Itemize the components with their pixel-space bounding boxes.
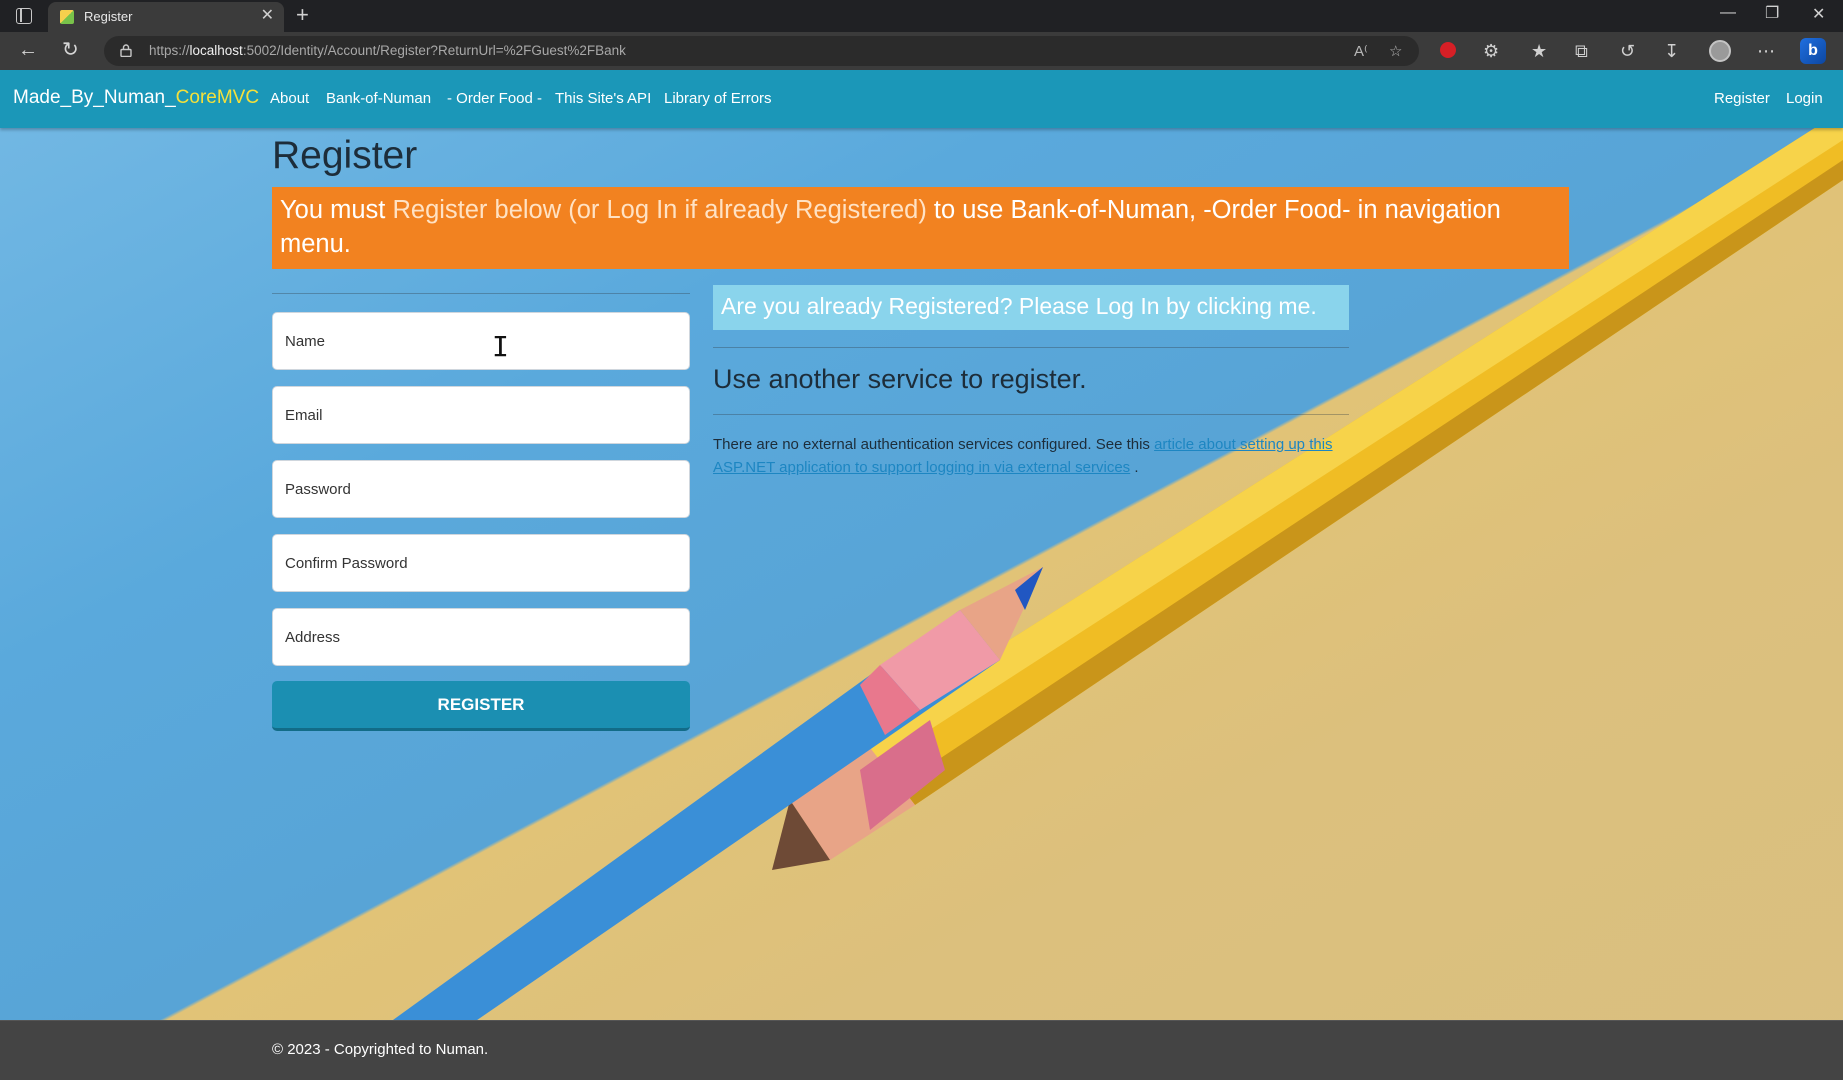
extension-icon[interactable]: [1440, 42, 1456, 58]
site-navbar: Made_By_Numan_CoreMVC About Bank-of-Numa…: [0, 70, 1843, 128]
tab-title: Register: [84, 9, 133, 24]
section-divider-2: [713, 414, 1349, 415]
close-tab-icon[interactable]: ✕: [261, 7, 274, 25]
nav-link-register[interactable]: Register: [1714, 90, 1770, 107]
page-title: Register: [272, 134, 418, 177]
nav-link-login[interactable]: Login: [1786, 90, 1823, 107]
url-text: https://localhost:5002/Identity/Account/…: [149, 43, 626, 58]
password-field[interactable]: [272, 460, 690, 518]
back-icon[interactable]: ←: [18, 40, 38, 60]
browser-tab-bar: Register ✕ + — ❐ ✕: [0, 0, 1843, 32]
email-input[interactable]: [273, 387, 689, 443]
favicon-icon: [60, 10, 74, 24]
lock-icon: [120, 44, 132, 57]
favorite-add-icon[interactable]: ☆: [1389, 42, 1402, 60]
browser-toolbar: ← ↻ https://localhost:5002/Identity/Acco…: [0, 32, 1843, 70]
nav-link-about[interactable]: About: [270, 90, 309, 107]
copilot-icon[interactable]: b: [1800, 38, 1826, 64]
extensions-icon[interactable]: ⚙: [1483, 41, 1499, 61]
page-viewport: Made_By_Numan_CoreMVC About Bank-of-Numa…: [0, 70, 1843, 1080]
footer-copyright: © 2023 - Copyrighted to Numan.: [272, 1041, 489, 1058]
restore-icon[interactable]: ❐: [1765, 3, 1779, 23]
form-divider: [272, 293, 690, 294]
favorites-icon[interactable]: ★: [1531, 41, 1547, 61]
confirm-password-field[interactable]: [272, 534, 690, 592]
external-services-heading: Use another service to register.: [713, 364, 1087, 394]
login-prompt-link[interactable]: Are you already Registered? Please Log I…: [713, 285, 1349, 330]
read-aloud-icon[interactable]: A⁽: [1354, 42, 1368, 60]
address-field[interactable]: [272, 608, 690, 666]
text-cursor-icon: I: [492, 330, 509, 363]
name-field[interactable]: [272, 312, 690, 370]
register-button[interactable]: REGISTER: [272, 681, 690, 731]
section-divider: [713, 347, 1349, 348]
browser-tab[interactable]: Register ✕: [48, 2, 284, 32]
refresh-icon[interactable]: ↻: [62, 40, 79, 60]
password-input[interactable]: [273, 461, 689, 517]
nav-link-api[interactable]: This Site's API: [555, 90, 651, 107]
close-window-icon[interactable]: ✕: [1812, 4, 1825, 24]
downloads-icon[interactable]: ↧: [1664, 41, 1679, 61]
site-footer: © 2023 - Copyrighted to Numan.: [0, 1020, 1843, 1080]
nav-link-bank[interactable]: Bank-of-Numan: [326, 90, 431, 107]
name-input[interactable]: [273, 313, 689, 369]
confirm-password-input[interactable]: [273, 535, 689, 591]
address-bar[interactable]: https://localhost:5002/Identity/Account/…: [104, 36, 1419, 66]
profile-avatar[interactable]: [1709, 40, 1731, 62]
new-tab-icon[interactable]: +: [296, 3, 309, 27]
registration-warning: You must Register below (or Log In if al…: [272, 187, 1569, 269]
more-options-icon[interactable]: ⋯: [1757, 41, 1775, 61]
address-input[interactable]: [273, 609, 689, 665]
nav-link-errors[interactable]: Library of Errors: [664, 90, 772, 107]
email-field[interactable]: [272, 386, 690, 444]
external-auth-note: There are no external authentication ser…: [713, 436, 1333, 476]
brand-link[interactable]: Made_By_Numan_CoreMVC: [13, 87, 259, 109]
minimize-icon[interactable]: —: [1720, 4, 1736, 22]
tab-actions-icon[interactable]: [16, 8, 32, 24]
nav-link-order-food[interactable]: - Order Food -: [447, 90, 542, 107]
collections-icon[interactable]: ⧉: [1575, 41, 1588, 61]
history-icon[interactable]: ↺: [1620, 41, 1635, 61]
